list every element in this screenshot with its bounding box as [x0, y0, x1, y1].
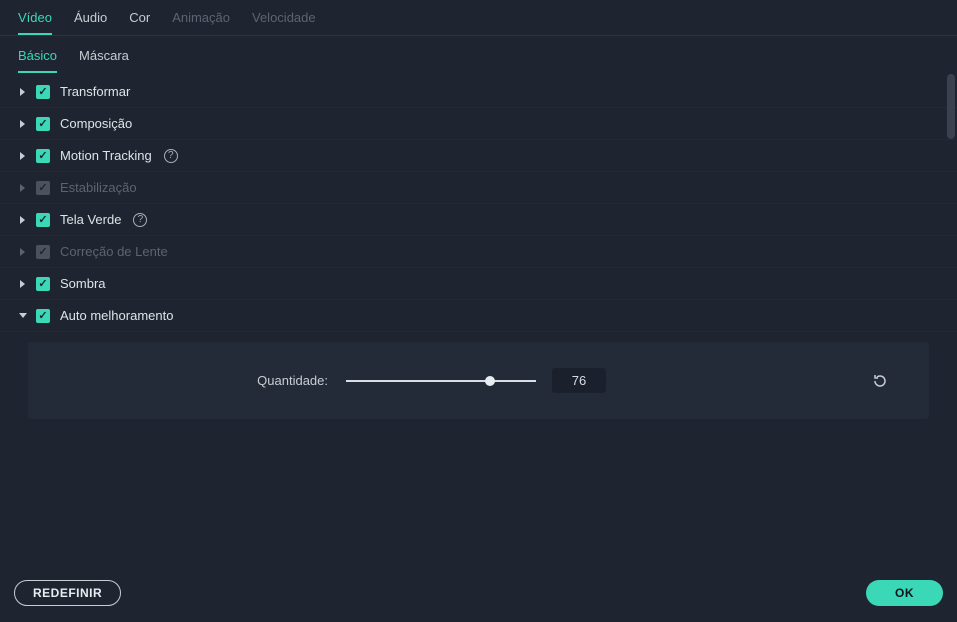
section-label: Transformar	[60, 84, 130, 99]
subtab-mask[interactable]: Máscara	[79, 48, 129, 71]
help-icon[interactable]: ?	[133, 213, 147, 227]
tab-color[interactable]: Cor	[129, 10, 150, 33]
section-label: Correção de Lente	[60, 244, 168, 259]
top-tabs: Vídeo Áudio Cor Animação Velocidade	[0, 0, 957, 36]
sub-tabs: Básico Máscara	[0, 36, 957, 74]
chevron-right-icon	[18, 279, 28, 289]
checkbox-stabilization: ✓	[36, 181, 50, 195]
quantity-value[interactable]: 76	[552, 368, 606, 393]
checkbox-auto-enhance[interactable]: ✓	[36, 309, 50, 323]
quantity-slider[interactable]	[346, 374, 536, 388]
checkbox-motion-tracking[interactable]: ✓	[36, 149, 50, 163]
quantity-slider-wrap: 76	[346, 368, 606, 393]
reset-icon[interactable]	[871, 372, 889, 390]
slider-track	[346, 380, 536, 382]
tab-audio[interactable]: Áudio	[74, 10, 107, 33]
chevron-right-icon	[18, 183, 28, 193]
chevron-right-icon	[18, 87, 28, 97]
section-lens-correction: ✓ Correção de Lente	[0, 236, 957, 268]
chevron-right-icon	[18, 247, 28, 257]
tab-video[interactable]: Vídeo	[18, 10, 52, 35]
chevron-right-icon	[18, 151, 28, 161]
chevron-down-icon	[18, 311, 28, 321]
section-label: Composição	[60, 116, 132, 131]
section-label: Sombra	[60, 276, 106, 291]
tab-speed: Velocidade	[252, 10, 316, 33]
checkbox-shadow[interactable]: ✓	[36, 277, 50, 291]
section-label: Motion Tracking	[60, 148, 152, 163]
sections-list: ✓ Transformar ✓ Composição ✓ Motion Trac…	[0, 74, 957, 568]
slider-thumb[interactable]	[485, 376, 495, 386]
section-auto-enhance[interactable]: ✓ Auto melhoramento	[0, 300, 957, 332]
checkbox-green-screen[interactable]: ✓	[36, 213, 50, 227]
section-green-screen[interactable]: ✓ Tela Verde ?	[0, 204, 957, 236]
section-composition[interactable]: ✓ Composição	[0, 108, 957, 140]
ok-button[interactable]: OK	[866, 580, 943, 606]
section-stabilization: ✓ Estabilização	[0, 172, 957, 204]
chevron-right-icon	[18, 215, 28, 225]
section-motion-tracking[interactable]: ✓ Motion Tracking ?	[0, 140, 957, 172]
reset-button[interactable]: REDEFINIR	[14, 580, 121, 606]
footer: REDEFINIR OK	[0, 568, 957, 622]
auto-enhance-panel: Quantidade: 76	[28, 342, 929, 419]
checkbox-composition[interactable]: ✓	[36, 117, 50, 131]
section-label: Tela Verde	[60, 212, 121, 227]
checkbox-transform[interactable]: ✓	[36, 85, 50, 99]
quantity-label: Quantidade:	[68, 373, 328, 388]
section-label: Auto melhoramento	[60, 308, 173, 323]
chevron-right-icon	[18, 119, 28, 129]
subtab-basic[interactable]: Básico	[18, 48, 57, 73]
section-shadow[interactable]: ✓ Sombra	[0, 268, 957, 300]
section-transform[interactable]: ✓ Transformar	[0, 76, 957, 108]
scrollbar-thumb[interactable]	[947, 74, 955, 139]
checkbox-lens-correction: ✓	[36, 245, 50, 259]
section-label: Estabilização	[60, 180, 137, 195]
tab-animation: Animação	[172, 10, 230, 33]
help-icon[interactable]: ?	[164, 149, 178, 163]
